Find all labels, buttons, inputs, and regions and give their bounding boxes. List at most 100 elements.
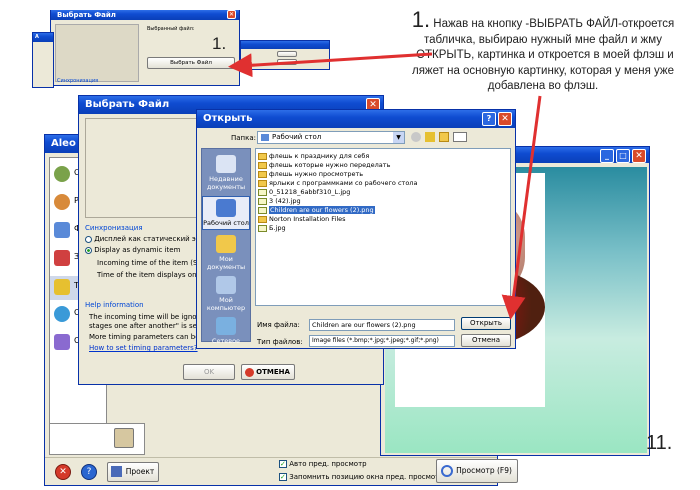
preview-button[interactable]: Просмотр (F9) xyxy=(436,459,518,483)
place-computer-label: Мой компьютер xyxy=(206,296,246,312)
open-button-label: Открыть xyxy=(470,319,502,327)
folder-icon xyxy=(258,180,267,187)
help-line-2: More timing parameters can be xyxy=(89,333,200,341)
file-item-7[interactable]: Norton Installation Files xyxy=(258,215,508,224)
help-group-title: Help information xyxy=(85,301,144,309)
image-file-icon xyxy=(258,207,267,214)
top-choose-file-label: Выбрать Файл xyxy=(170,60,212,66)
auto-preview-checkbox[interactable]: ✓ xyxy=(279,460,287,468)
main-footer: ✕ ? Проект ✓ Авто пред. просмотр ✓ Запом… xyxy=(45,457,497,485)
file-name-3: ярлыки с программками со рабочего стола xyxy=(269,179,418,187)
file-name-5: 3 (42).jpg xyxy=(269,197,301,205)
my-computer-icon xyxy=(216,276,236,294)
file-item-8[interactable]: Б.jpg xyxy=(258,224,508,233)
preview-close-icon[interactable]: ✕ xyxy=(632,149,646,163)
globe-icon xyxy=(54,306,70,322)
cancel-x-icon xyxy=(245,368,254,377)
up-folder-icon[interactable] xyxy=(425,132,435,142)
open-dialog-title: Открыть xyxy=(203,113,253,124)
help-icon[interactable]: ? xyxy=(81,464,97,480)
top-right-window xyxy=(240,40,330,70)
folder-icon xyxy=(258,171,267,178)
file-item-0[interactable]: флешь к празднику для себя xyxy=(258,152,508,161)
file-item-1[interactable]: флешь которые нужно переделать xyxy=(258,161,508,170)
choose-dialog-preview xyxy=(85,118,205,218)
open-button[interactable]: Открыть xyxy=(461,317,511,330)
radio-static-label: Дисплей как статический эл xyxy=(94,235,201,243)
ok-button[interactable]: OK xyxy=(183,364,235,380)
place-desktop-label: Рабочий стол xyxy=(203,219,249,227)
filename-input[interactable]: Children are our flowers (2).png xyxy=(309,319,455,331)
radio-dynamic[interactable] xyxy=(85,246,92,254)
file-name-6: Children are our flowers (2).png xyxy=(269,206,375,214)
file-name-1: флешь которые нужно переделать xyxy=(269,161,391,169)
file-list: флешь к празднику для себя флешь которые… xyxy=(255,148,511,306)
top-dialog-close-icon[interactable]: ✕ xyxy=(227,10,236,19)
place-computer[interactable]: Мой компьютер xyxy=(202,276,250,312)
choose-dialog-title: Выбрать Файл xyxy=(85,99,170,110)
file-name-0: флешь к празднику для себя xyxy=(269,152,370,160)
palette-icon xyxy=(54,194,70,210)
mini-step-number: 1. xyxy=(212,34,227,53)
filetype-label: Тип файлов: xyxy=(257,338,303,346)
minimize-icon[interactable]: _ xyxy=(600,149,614,163)
help-line-0: The incoming time will be ignore xyxy=(89,313,204,321)
file-name-2: флешь нужно просмотреть xyxy=(269,170,364,178)
desktop-icon xyxy=(216,199,236,217)
image-file-icon xyxy=(258,225,267,232)
top-choose-file-button[interactable]: Выбрать Файл xyxy=(147,57,235,69)
place-network[interactable]: Сетевое xyxy=(202,317,250,345)
main-bottom-strip xyxy=(49,423,145,455)
open-dialog: Открыть ? ✕ Папка: Рабочий стол ▼ Недавн… xyxy=(196,109,516,349)
top-dialog-titlebar: Выбрать Файл ✕ xyxy=(51,10,239,20)
brush-icon[interactable] xyxy=(114,428,134,448)
top-right-titlebar xyxy=(241,41,329,49)
image-file-icon xyxy=(258,198,267,205)
back-icon[interactable] xyxy=(411,132,421,142)
new-folder-icon[interactable] xyxy=(439,132,449,142)
auto-preview-label: Авто пред. просмотр xyxy=(289,460,367,468)
desktop-small-icon xyxy=(261,134,269,141)
image-file-icon xyxy=(258,189,267,196)
filetype-select[interactable]: Image files (*.bmp;*.jpg;*.jpeg;*.gif;*.… xyxy=(309,335,455,347)
top-right-btn-2[interactable] xyxy=(277,59,297,65)
open-cancel-button[interactable]: Отмена xyxy=(461,334,511,347)
place-documents[interactable]: Мои документы xyxy=(202,235,250,271)
remember-position-checkbox[interactable]: ✓ xyxy=(279,473,287,481)
close-red-icon[interactable]: ✕ xyxy=(55,464,71,480)
page-number: 11. xyxy=(646,432,673,454)
sound-icon xyxy=(54,250,70,266)
place-network-label: Сетевое xyxy=(211,337,241,345)
cancel-button[interactable]: ОТМЕНА xyxy=(241,364,295,380)
recent-docs-icon xyxy=(216,155,236,173)
remember-position-row[interactable]: ✓ Запомнить позицию окна пред. просмотра xyxy=(279,473,448,481)
main-window-title: Aleo xyxy=(51,138,76,149)
radio-static[interactable] xyxy=(85,235,92,243)
annotation-text: 1. Нажав на кнопку -ВЫБРАТЬ ФАЙЛ-откроет… xyxy=(398,9,688,95)
top-right-btn-1[interactable] xyxy=(277,51,297,57)
folder-icon xyxy=(258,162,267,169)
annotation-block: 1. Нажав на кнопку -ВЫБРАТЬ ФАЙЛ-откроет… xyxy=(398,9,688,95)
help-link[interactable]: How to set timing parameters? xyxy=(89,344,205,352)
my-documents-icon xyxy=(216,235,236,253)
open-dialog-titlebar: Открыть ? ✕ xyxy=(197,110,515,128)
auto-preview-row[interactable]: ✓ Авто пред. просмотр xyxy=(279,460,367,468)
edit-icon xyxy=(54,334,70,350)
project-button[interactable]: Проект xyxy=(107,462,159,482)
annotation-step-number: 1. xyxy=(411,7,431,32)
folder-select-value: Рабочий стол xyxy=(272,133,322,141)
open-help-icon[interactable]: ? xyxy=(482,112,496,126)
view-menu-icon[interactable] xyxy=(453,132,467,142)
file-item-3[interactable]: ярлыки с программками со рабочего стола xyxy=(258,179,508,188)
file-item-2[interactable]: флешь нужно просмотреть xyxy=(258,170,508,179)
maximize-icon[interactable]: □ xyxy=(616,149,630,163)
top-dialog-preview-area xyxy=(55,24,139,82)
file-item-5[interactable]: 3 (42).jpg xyxy=(258,197,508,206)
place-recent[interactable]: Недавние документы xyxy=(202,155,250,191)
folder-select[interactable]: Рабочий стол ▼ xyxy=(257,131,405,144)
open-dialog-close-icon[interactable]: ✕ xyxy=(498,112,512,126)
place-desktop[interactable]: Рабочий стол xyxy=(202,196,250,230)
file-item-6[interactable]: Children are our flowers (2).png xyxy=(258,206,508,215)
place-documents-label: Мои документы xyxy=(206,255,246,271)
file-item-4[interactable]: 0_51218_6abbf310_L.jpg xyxy=(258,188,508,197)
